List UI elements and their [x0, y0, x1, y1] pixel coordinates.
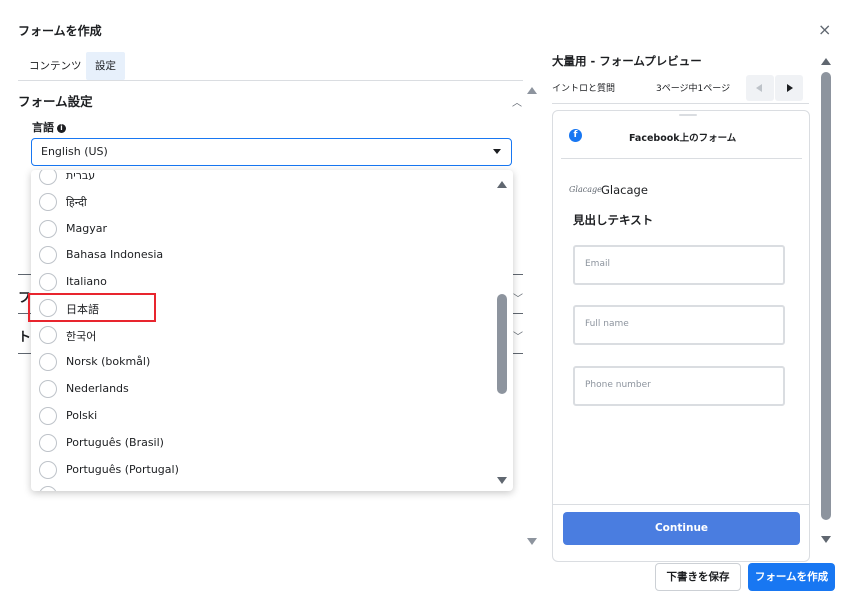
brand-logo: Glacage [569, 185, 602, 194]
phone-preview: f Facebook上のフォーム Glacage Glacage 見出しテキスト… [552, 110, 810, 562]
scroll-up-icon[interactable] [527, 87, 537, 94]
language-option[interactable]: Magyar [39, 218, 479, 240]
language-option-label: Norsk (bokmål) [66, 355, 151, 368]
scroll-up-icon[interactable] [821, 58, 831, 65]
language-option[interactable]: Italiano [39, 271, 479, 293]
preview-title: 大量用 - フォームプレビュー [552, 54, 702, 68]
radio-button[interactable] [39, 380, 57, 398]
radio-button[interactable] [39, 353, 57, 371]
language-option-label: Polski [66, 409, 98, 422]
scroll-down-icon[interactable] [821, 536, 831, 543]
radio-button[interactable] [39, 273, 57, 291]
close-icon[interactable]: × [818, 22, 831, 38]
preview-section-label: イントロと質問 [552, 84, 616, 94]
radio-button[interactable] [39, 434, 57, 452]
language-dropdown[interactable]: עברית हिन्दी Magyar Bahasa Indonesia Ita… [31, 170, 513, 491]
next-page-button[interactable] [775, 75, 803, 101]
scroll-down-icon[interactable] [527, 538, 537, 545]
chevron-right-icon [787, 84, 793, 92]
chevron-down-icon[interactable]: ﹀ [513, 290, 523, 305]
radio-button[interactable] [39, 486, 57, 491]
language-option[interactable]: Nederlands [39, 378, 479, 400]
language-option[interactable]: हिन्दी [39, 191, 479, 213]
chevron-left-icon [756, 84, 762, 92]
chevron-down-icon[interactable]: ﹀ [513, 328, 523, 343]
create-form-button[interactable]: フォームを作成 [748, 563, 835, 591]
language-option-label: Português (Brasil) [66, 436, 164, 449]
phone-notch [679, 114, 697, 116]
radio-button[interactable] [39, 246, 57, 264]
radio-button[interactable] [39, 326, 57, 344]
phone-number-field[interactable]: Phone number [573, 366, 785, 406]
language-option-label: हिन्दी [66, 196, 87, 209]
email-field[interactable]: Email [573, 245, 785, 285]
language-select[interactable]: English (US) [31, 138, 512, 166]
language-option[interactable]: Português (Portugal) [39, 459, 479, 481]
highlight-box [28, 293, 156, 322]
chevron-up-icon[interactable]: ︿ [512, 94, 522, 109]
language-option-label: Bahasa Indonesia [66, 248, 164, 261]
tab-content[interactable]: コンテンツ [20, 52, 91, 80]
language-label: 言語 i [32, 119, 66, 135]
form-settings-title: フォーム設定 [18, 94, 93, 109]
dialog-title: フォームを作成 [18, 24, 102, 38]
language-option-label: Magyar [66, 222, 107, 235]
full-name-placeholder: Full name [585, 319, 629, 329]
form-headline: 見出しテキスト [573, 213, 654, 227]
language-option[interactable]: Norsk (bokmål) [39, 351, 479, 373]
language-option[interactable]: Português (Brasil) [39, 432, 479, 454]
radio-button[interactable] [39, 220, 57, 238]
page-indicator: 3ページ中1ページ [656, 84, 731, 94]
continue-button[interactable]: Continue [563, 512, 800, 545]
previous-page-button[interactable] [746, 75, 774, 101]
language-option-label: Italiano [66, 275, 107, 288]
platform-title: Facebook上のフォーム [629, 133, 737, 144]
hidden-section-title: ト [18, 330, 32, 345]
radio-button[interactable] [39, 407, 57, 425]
scroll-up-icon[interactable] [497, 181, 507, 188]
language-option[interactable]: 한국어 [39, 324, 479, 346]
facebook-icon: f [569, 129, 582, 142]
language-option-label: Nederlands [66, 382, 129, 395]
dropdown-scrollbar-thumb[interactable] [497, 294, 507, 394]
language-label-text: 言語 [32, 121, 54, 134]
save-draft-button[interactable]: 下書きを保存 [655, 563, 741, 591]
language-option[interactable]: Bahasa Indonesia [39, 244, 479, 266]
language-option-label: Português (Portugal) [66, 463, 179, 476]
phone-divider [561, 158, 802, 159]
radio-button[interactable] [39, 193, 57, 211]
panel-divider [552, 103, 809, 104]
tabs-divider [18, 80, 523, 81]
tab-settings[interactable]: 設定 [86, 52, 125, 80]
radio-button[interactable] [39, 170, 57, 185]
language-option-label: עברית [66, 170, 96, 182]
phone-divider [553, 504, 809, 505]
full-name-field[interactable]: Full name [573, 305, 785, 345]
radio-button[interactable] [39, 461, 57, 479]
scroll-down-icon[interactable] [497, 477, 507, 484]
info-icon[interactable]: i [57, 124, 66, 133]
phone-number-placeholder: Phone number [585, 380, 651, 390]
preview-scrollbar-thumb[interactable] [821, 72, 831, 520]
language-option[interactable] [39, 484, 479, 491]
language-option-label: 한국어 [66, 330, 97, 343]
email-placeholder: Email [585, 259, 610, 269]
caret-down-icon [493, 149, 501, 154]
language-option[interactable]: עברית [39, 170, 479, 187]
brand-name: Glacage [601, 183, 648, 197]
language-option[interactable]: Polski [39, 405, 479, 427]
language-select-value: English (US) [41, 145, 108, 158]
